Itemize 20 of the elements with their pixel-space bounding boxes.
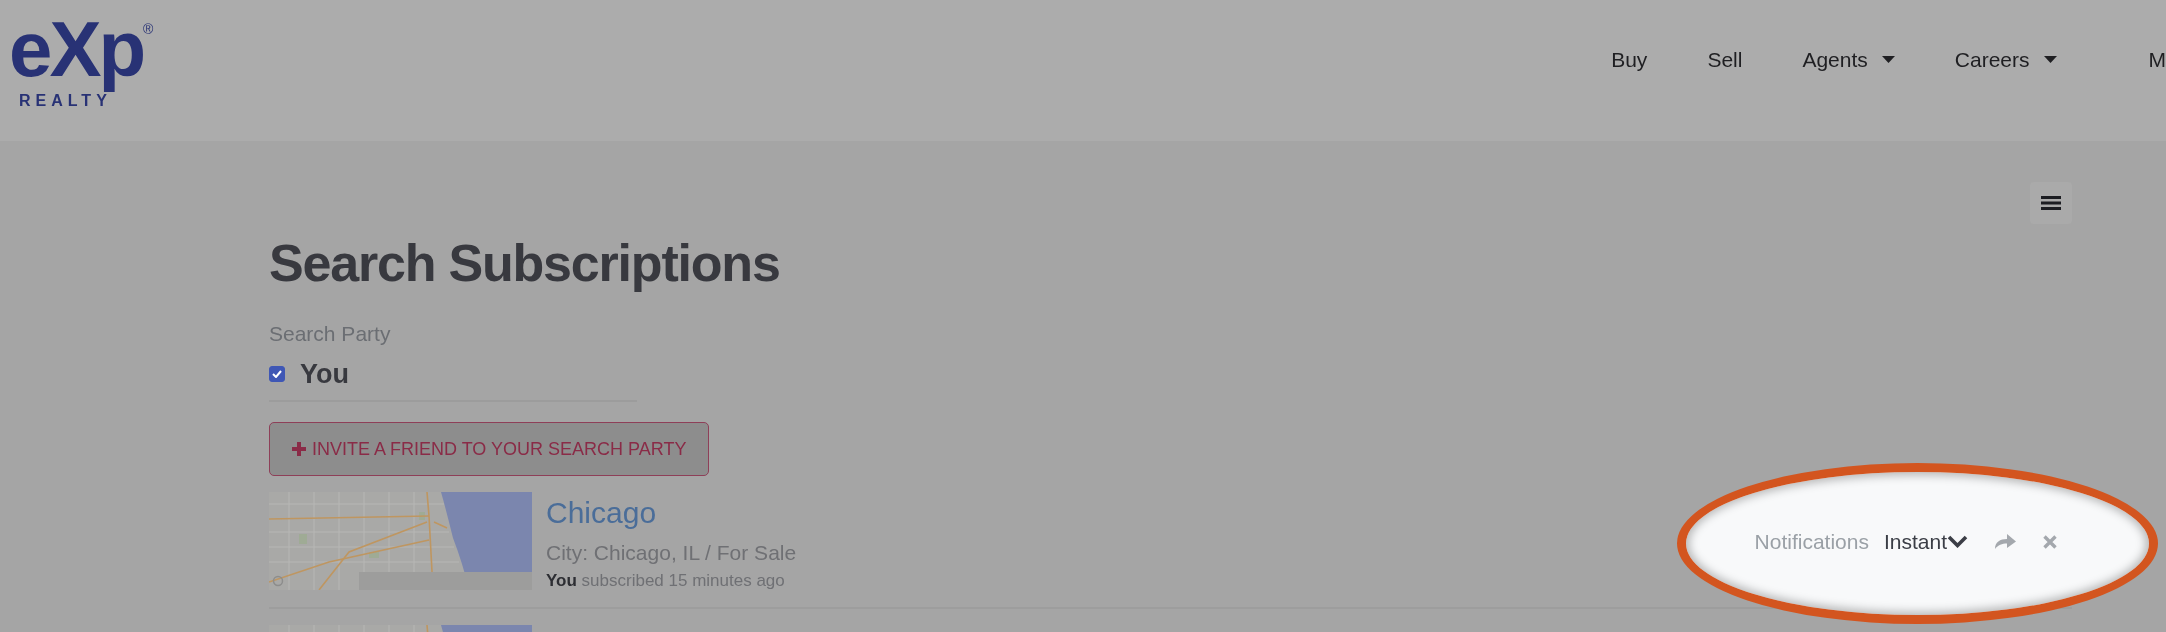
nav-dropdown[interactable]: Agents <box>1802 47 1895 72</box>
menu-icon <box>2041 196 2061 210</box>
page-title: Search Subscriptions <box>269 233 781 294</box>
section-label: Search Party <box>269 321 392 346</box>
nav-link[interactable]: Buy <box>1611 47 1648 72</box>
notifications-label: Notifications <box>1754 529 1869 554</box>
logo-wordmark[interactable]: eXp$^{®}$ <box>9 6 154 92</box>
checkbox[interactable] <box>269 366 285 382</box>
check-icon <box>272 370 282 378</box>
frequency-dropdown[interactable]: Instant <box>1883 529 1968 554</box>
nav-link[interactable]: Sell <box>1707 47 1743 72</box>
nav-dropdown[interactable]: Careers <box>1954 47 2057 72</box>
nav-link[interactable]: M <box>2148 47 2166 72</box>
chevron-down-icon <box>1947 535 1968 548</box>
caret-icon <box>2043 56 2057 63</box>
menu-button[interactable] <box>2030 182 2072 224</box>
plus-icon <box>292 442 306 456</box>
caret-icon <box>1881 56 1895 63</box>
member-name: You <box>300 358 349 390</box>
logo-tagline: REALTY <box>19 92 112 109</box>
